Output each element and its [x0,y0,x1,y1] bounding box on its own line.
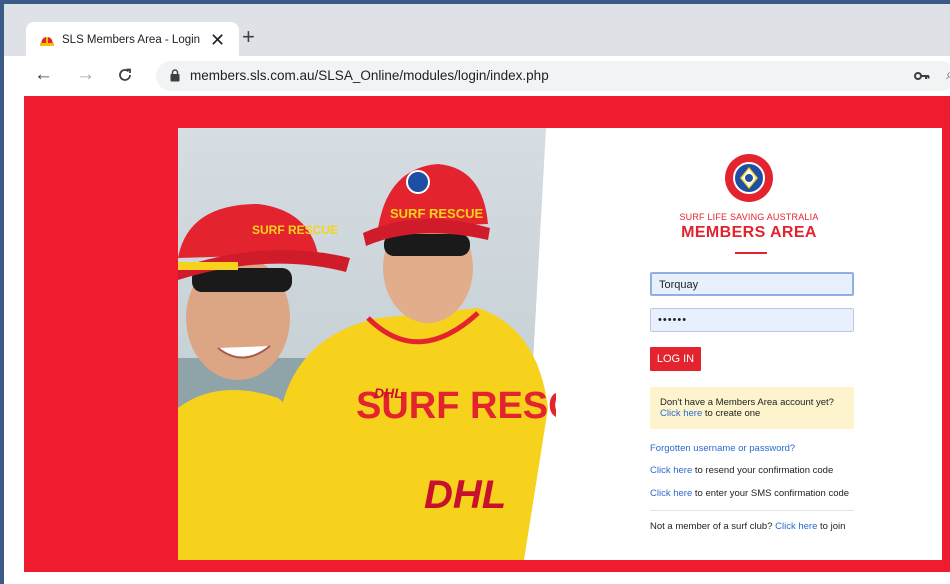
join-prefix: Not a member of a surf club? [650,521,776,532]
url-path: /SLSA_Online/modules/login/index.php [314,68,549,83]
page-footer-strip [4,572,950,584]
back-arrow-icon[interactable]: ← [34,64,53,86]
shirt-brand-small: DHL [374,385,403,401]
cap-text-right: SURF RESCUE [390,206,484,221]
login-panel: SURF LIFE SAVING AUSTRALIA MEMBERS AREA … [556,128,942,560]
lifesavers-photo: SURF RESCU DHL DHL SURF RESCUE SURF RESC… [178,128,556,560]
sms-code-link[interactable]: Click here [650,488,692,499]
browser-tab[interactable]: SLS Members Area - Login ✕ [26,22,239,60]
username-input[interactable]: Torquay [650,272,854,296]
lifesavers-illustration: SURF RESCU DHL DHL SURF RESCUE SURF RESC… [178,128,556,560]
new-tab-button[interactable]: + [242,26,255,48]
signup-link[interactable]: Click here [660,408,702,419]
lock-icon [170,69,180,82]
zoom-icon[interactable]: ⌕ [946,66,950,83]
join-club-line: Not a member of a surf club? Click here … [650,521,845,532]
key-icon[interactable] [914,70,930,82]
forgot-credentials-link[interactable]: Forgotten username or password? [650,443,795,454]
join-suffix: to join [817,521,846,532]
resend-code-line: Click here to resend your confirmation c… [650,465,833,476]
sls-favicon-icon [40,37,54,46]
url-host: members.sls.com.au [190,68,315,83]
forward-arrow-icon[interactable]: → [76,64,95,86]
title-divider [735,252,767,254]
signup-prompt: Don't have a Members Area account yet? [660,397,834,408]
sms-code-line: Click here to enter your SMS confirmatio… [650,488,849,499]
forgot-credentials-line: Forgotten username or password? [650,443,795,454]
browser-toolbar: ← → members.sls.com.au/SLSA_Online/modul… [4,56,950,96]
address-bar[interactable]: members.sls.com.au/SLSA_Online/modules/l… [156,61,950,91]
organisation-name: SURF LIFE SAVING AUSTRALIA [679,212,819,222]
shirt-brand-large: DHL [424,473,506,517]
login-button[interactable]: LOG IN [650,347,701,371]
resend-code-text: to resend your confirmation code [692,465,834,476]
signup-line: Click here to create one [660,408,844,419]
sms-code-text: to enter your SMS confirmation code [692,488,850,499]
close-tab-icon[interactable]: ✕ [210,29,225,51]
password-input[interactable]: •••••• [650,308,854,332]
sls-logo-icon [725,154,773,202]
tab-title: SLS Members Area - Login [62,34,201,46]
page-title: MEMBERS AREA [681,224,817,241]
cap-text-left: SURF RESCUE [252,223,338,237]
join-club-link[interactable]: Click here [775,521,817,532]
reload-glyph [119,68,131,81]
tab-bar: SLS Members Area - Login ✕ + [4,4,950,60]
url-text[interactable]: members.sls.com.au/SLSA_Online/modules/l… [190,68,549,83]
signup-notice: Don't have a Members Area account yet? C… [650,387,854,429]
panel-divider [650,510,854,511]
signup-suffix: to create one [702,408,761,419]
resend-code-link[interactable]: Click here [650,465,692,476]
reload-icon[interactable] [116,64,134,90]
